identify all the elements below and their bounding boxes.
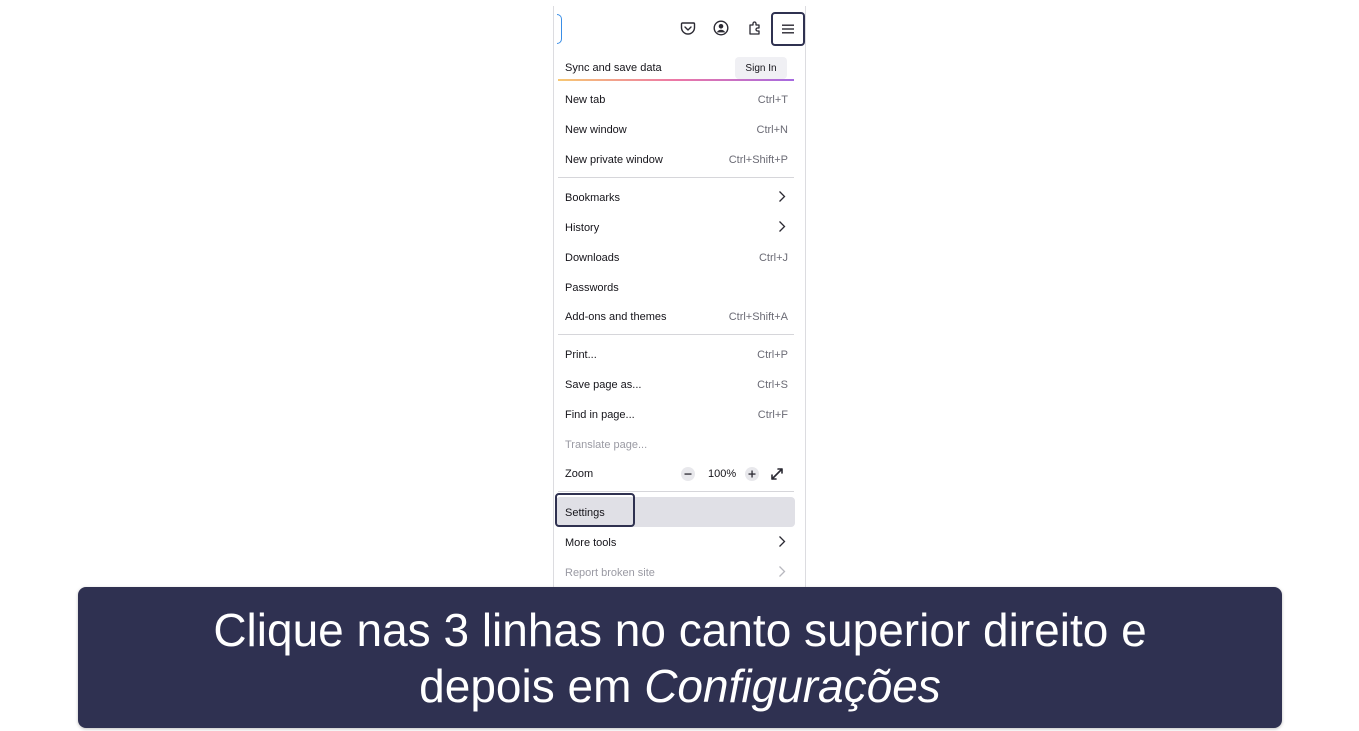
chevron-right-icon (778, 190, 786, 208)
menu-item-label: New window (565, 124, 627, 136)
menu-item-label: Save page as... (565, 379, 642, 391)
menu-item-label: Downloads (565, 252, 620, 264)
menu-item-bookmarks[interactable]: Bookmarks (554, 183, 805, 213)
caption-line-2: depois em Configurações (419, 658, 941, 714)
menu-item-passwords[interactable]: Passwords (554, 273, 805, 303)
sync-label: Sync and save data (565, 62, 662, 74)
menu-item-shortcut: Ctrl+P (757, 349, 788, 361)
menu-item-label: Find in page... (565, 409, 635, 421)
menu-item-new-private-window[interactable]: New private window Ctrl+Shift+P (554, 145, 805, 175)
zoom-out-icon[interactable] (679, 465, 697, 483)
menu-item-shortcut: Ctrl+N (756, 124, 788, 136)
menu-item-addons[interactable]: Add-ons and themes Ctrl+Shift+A (554, 302, 805, 332)
chevron-right-icon (778, 535, 786, 553)
menu-item-translate-page: Translate page... (554, 430, 805, 460)
settings-callout-box (555, 493, 635, 527)
menu-separator (558, 491, 794, 492)
caption-line-2-prefix: depois em (419, 659, 645, 712)
chevron-right-icon (778, 220, 786, 238)
instruction-caption: Clique nas 3 linhas no canto superior di… (78, 587, 1282, 728)
menu-item-downloads[interactable]: Downloads Ctrl+J (554, 243, 805, 273)
menu-item-label: Translate page... (565, 439, 648, 451)
menu-item-label: New private window (565, 154, 663, 166)
menu-item-label: More tools (565, 537, 617, 549)
menu-item-label: Zoom (565, 468, 594, 480)
menu-item-history[interactable]: History (554, 213, 805, 243)
menu-item-label: Passwords (565, 282, 619, 294)
caption-emphasis: Configurações (644, 659, 941, 712)
menu-item-shortcut: Ctrl+S (757, 379, 788, 391)
menu-separator (558, 334, 794, 335)
menu-item-new-tab[interactable]: New tab Ctrl+T (554, 85, 805, 115)
menu-item-label: Print... (565, 349, 597, 361)
zoom-in-icon[interactable] (743, 465, 761, 483)
menu-item-new-window[interactable]: New window Ctrl+N (554, 115, 805, 145)
menu-item-shortcut: Ctrl+F (757, 409, 788, 421)
menu-item-report-broken-site: Report broken site (554, 558, 805, 588)
menu-item-shortcut: Ctrl+T (757, 94, 788, 106)
firefox-app-menu-panel: Sync and save data Sign In New tab Ctrl+… (553, 6, 806, 606)
sync-gradient-divider (558, 79, 794, 81)
menu-item-label: Report broken site (565, 567, 655, 579)
menu-item-label: Bookmarks (565, 192, 621, 204)
sync-row: Sync and save data Sign In (554, 52, 805, 82)
fullscreen-icon[interactable] (768, 465, 786, 483)
menu-item-shortcut: Ctrl+Shift+P (728, 154, 788, 166)
caption-line-1: Clique nas 3 linhas no canto superior di… (213, 603, 1147, 656)
menu-item-zoom: Zoom 100% (554, 459, 805, 489)
sign-in-button[interactable]: Sign In (735, 57, 787, 79)
menu-separator (558, 177, 794, 178)
menu-item-find-in-page[interactable]: Find in page... Ctrl+F (554, 400, 805, 430)
pocket-icon[interactable] (675, 16, 701, 40)
menu-item-shortcut: Ctrl+Shift+A (728, 311, 788, 323)
extensions-icon[interactable] (742, 16, 768, 40)
menu-item-save-page[interactable]: Save page as... Ctrl+S (554, 370, 805, 400)
zoom-level[interactable]: 100% (708, 468, 736, 480)
menu-item-print[interactable]: Print... Ctrl+P (554, 340, 805, 370)
menu-item-label: History (565, 222, 600, 234)
chevron-right-icon (778, 565, 786, 583)
menu-item-shortcut: Ctrl+J (758, 252, 788, 264)
menu-item-more-tools[interactable]: More tools (554, 528, 805, 558)
account-icon[interactable] (708, 16, 734, 40)
url-bar-edge[interactable] (557, 14, 562, 44)
hamburger-menu-icon[interactable] (771, 12, 805, 46)
menu-item-label: Add-ons and themes (565, 311, 667, 323)
menu-item-label: New tab (565, 94, 606, 106)
browser-toolbar (554, 6, 805, 52)
